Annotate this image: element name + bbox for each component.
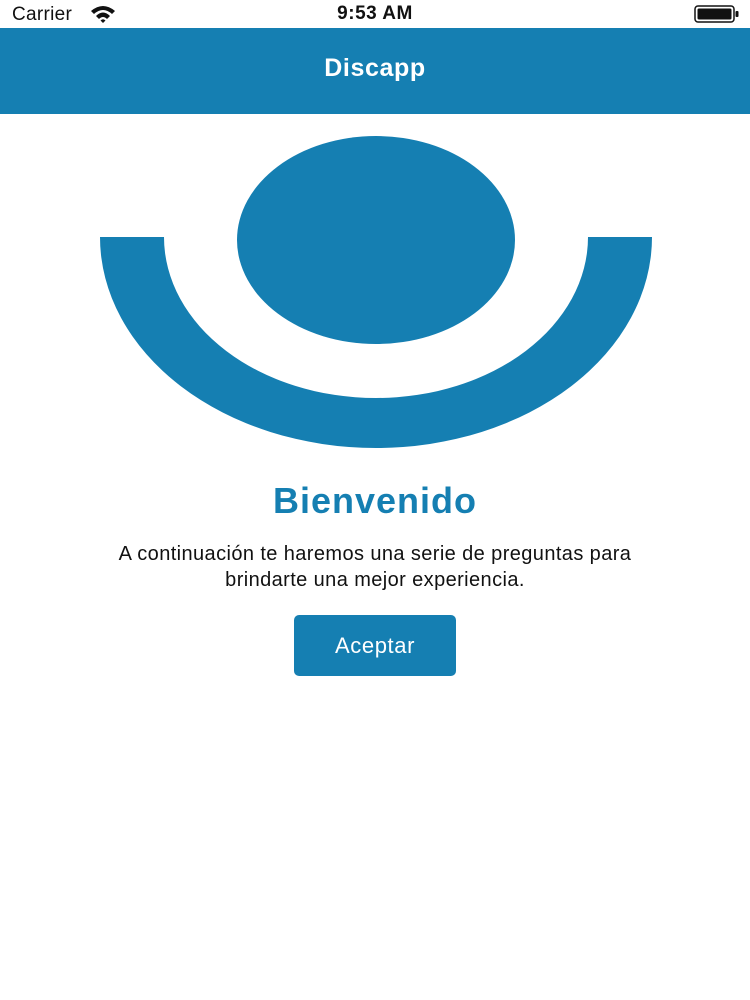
welcome-description: A continuación te haremos una serie de p… (40, 541, 710, 593)
clock: 9:53 AM (337, 3, 413, 24)
navigation-bar: Discapp (0, 28, 750, 114)
welcome-description-line-1: A continuación te haremos una serie de p… (118, 543, 632, 565)
smile-logo-icon (100, 136, 652, 448)
welcome-screen: Carrier 9:53 AM Discapp Bienvenido A con… (0, 0, 750, 1000)
status-bar: Carrier 9:53 AM (0, 0, 750, 28)
welcome-description-line-2: brindarte una mejor experiencia. (225, 569, 525, 591)
battery-icon (694, 5, 739, 23)
accept-button[interactable]: Aceptar (294, 615, 456, 676)
welcome-heading: Bienvenido (272, 480, 478, 521)
app-title: Discapp (324, 54, 426, 82)
